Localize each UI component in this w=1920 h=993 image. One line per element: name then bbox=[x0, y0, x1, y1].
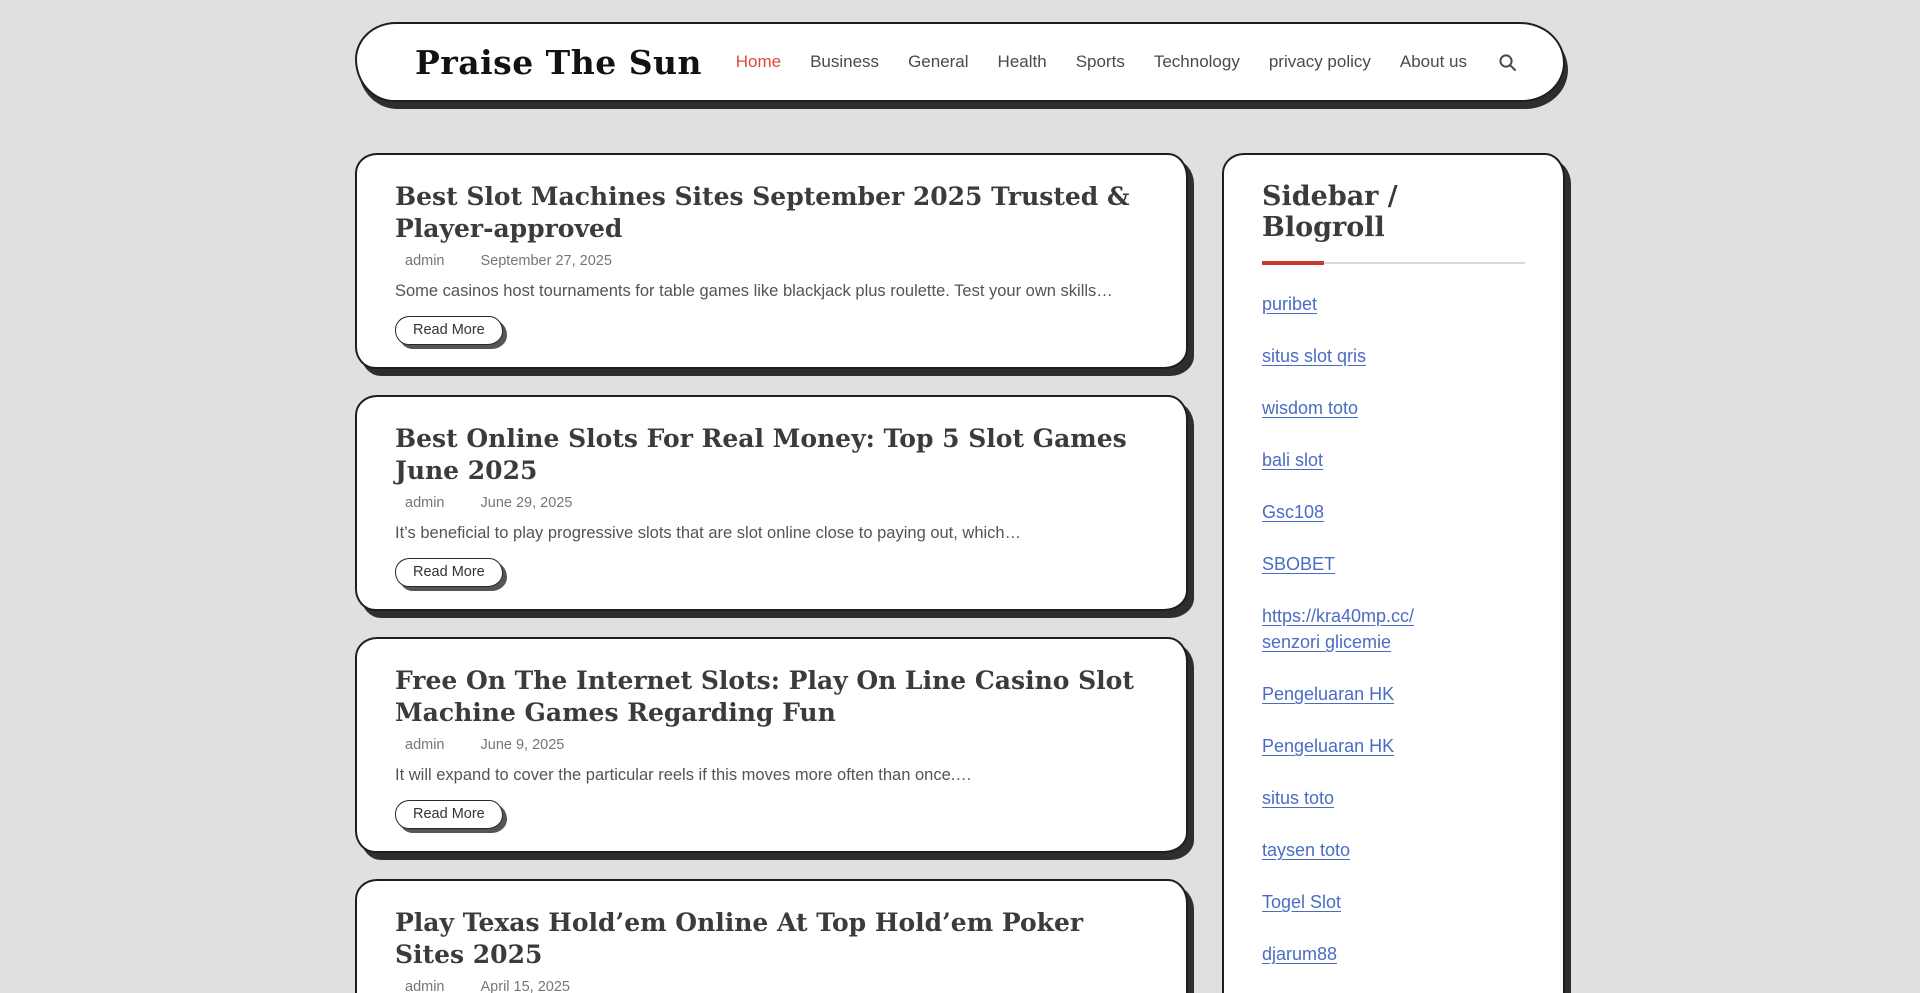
content-area: Best Slot Machines Sites September 2025 … bbox=[355, 153, 1565, 993]
post-meta: admin June 29, 2025 bbox=[395, 495, 1144, 511]
post-card: Best Slot Machines Sites September 2025 … bbox=[355, 153, 1188, 369]
nav-item-home[interactable]: Home bbox=[736, 52, 781, 72]
blogroll-link[interactable]: bali slot bbox=[1262, 447, 1323, 473]
blogroll-item: wisdom toto bbox=[1262, 395, 1525, 421]
post-excerpt: Some casinos host tournaments for table … bbox=[395, 281, 1144, 302]
site-header: Praise The Sun Home Business General Health… bbox=[355, 22, 1565, 102]
main-nav: Home Business General Health Sports Technolog… bbox=[736, 52, 1517, 72]
post-card: Free On The Internet Slots: Play On Line… bbox=[355, 637, 1188, 853]
blogroll-link[interactable]: situs slot qris bbox=[1262, 343, 1366, 369]
nav-item-about-us[interactable]: About us bbox=[1400, 52, 1467, 72]
blogroll-link[interactable]: djarum88 bbox=[1262, 941, 1337, 967]
post-date: June 29, 2025 bbox=[481, 495, 573, 511]
blogroll-link[interactable]: Togel Slot bbox=[1262, 889, 1341, 915]
blogroll-link[interactable]: senzori glicemie bbox=[1262, 629, 1391, 655]
blogroll-link[interactable]: Pengeluaran HK bbox=[1262, 681, 1394, 707]
blogroll-item: situs toto bbox=[1262, 785, 1525, 811]
post-title[interactable]: Best Online Slots For Real Money: Top 5 … bbox=[395, 423, 1144, 487]
blogroll-item: djarum88 bbox=[1262, 941, 1525, 967]
post-date: April 15, 2025 bbox=[481, 979, 570, 993]
sidebar-widget: Sidebar / Blogroll puribet situs slot qri… bbox=[1222, 153, 1565, 993]
blogroll-item: situs slot qris bbox=[1262, 343, 1525, 369]
blogroll-link[interactable]: Gsc108 bbox=[1262, 499, 1324, 525]
blogroll-link[interactable]: taysen toto bbox=[1262, 837, 1350, 863]
post-date: June 9, 2025 bbox=[481, 737, 565, 753]
blogroll-link[interactable]: puribet bbox=[1262, 291, 1317, 317]
search-icon[interactable] bbox=[1498, 53, 1517, 72]
blogroll-link[interactable]: wisdom toto bbox=[1262, 395, 1358, 421]
blogroll-link[interactable]: SBOBET bbox=[1262, 551, 1335, 577]
nav-item-health[interactable]: Health bbox=[998, 52, 1047, 72]
read-more-button[interactable]: Read More bbox=[395, 316, 503, 345]
post-author: admin bbox=[405, 737, 445, 753]
post-author: admin bbox=[405, 979, 445, 993]
nav-item-privacy-policy[interactable]: privacy policy bbox=[1269, 52, 1371, 72]
blogroll-item: Togel Slot bbox=[1262, 889, 1525, 915]
blogroll-item: SBOBET bbox=[1262, 551, 1525, 577]
blogroll-item: Gsc108 bbox=[1262, 499, 1525, 525]
posts-column: Best Slot Machines Sites September 2025 … bbox=[355, 153, 1188, 993]
post-meta: admin April 15, 2025 bbox=[395, 979, 1144, 993]
post-excerpt: It’s beneficial to play progressive slot… bbox=[395, 523, 1144, 544]
sidebar-divider bbox=[1262, 261, 1525, 265]
post-card: Play Texas Hold’em Online At Top Hold’em… bbox=[355, 879, 1188, 993]
read-more-button[interactable]: Read More bbox=[395, 558, 503, 587]
blogroll-list: puribet situs slot qris wisdom toto bali sl… bbox=[1262, 291, 1525, 993]
post-title[interactable]: Play Texas Hold’em Online At Top Hold’em… bbox=[395, 907, 1144, 971]
blogroll-link[interactable]: Pengeluaran HK bbox=[1262, 733, 1394, 759]
nav-item-sports[interactable]: Sports bbox=[1076, 52, 1125, 72]
blogroll-link[interactable]: https://kra40mp.cc/ bbox=[1262, 603, 1414, 629]
blogroll-item: bali slot bbox=[1262, 447, 1525, 473]
nav-item-technology[interactable]: Technology bbox=[1154, 52, 1240, 72]
post-meta: admin September 27, 2025 bbox=[395, 253, 1144, 269]
post-author: admin bbox=[405, 495, 445, 511]
post-card: Best Online Slots For Real Money: Top 5 … bbox=[355, 395, 1188, 611]
blogroll-item: puribet bbox=[1262, 291, 1525, 317]
blogroll-item: taysen toto bbox=[1262, 837, 1525, 863]
nav-item-general[interactable]: General bbox=[908, 52, 968, 72]
post-title[interactable]: Best Slot Machines Sites September 2025 … bbox=[395, 181, 1144, 245]
blogroll-item: Pengeluaran HK bbox=[1262, 733, 1525, 759]
read-more-button[interactable]: Read More bbox=[395, 800, 503, 829]
post-author: admin bbox=[405, 253, 445, 269]
sidebar: Sidebar / Blogroll puribet situs slot qri… bbox=[1222, 153, 1565, 993]
blogroll-item: https://kra40mp.cc/senzori glicemie bbox=[1262, 603, 1525, 655]
nav-item-business[interactable]: Business bbox=[810, 52, 879, 72]
post-excerpt: It will expand to cover the particular r… bbox=[395, 765, 1144, 786]
post-meta: admin June 9, 2025 bbox=[395, 737, 1144, 753]
post-date: September 27, 2025 bbox=[481, 253, 612, 269]
blogroll-item: Pengeluaran HK bbox=[1262, 681, 1525, 707]
post-title[interactable]: Free On The Internet Slots: Play On Line… bbox=[395, 665, 1144, 729]
site-title[interactable]: Praise The Sun bbox=[415, 43, 702, 82]
sidebar-title: Sidebar / Blogroll bbox=[1262, 181, 1525, 243]
blogroll-link[interactable]: situs toto bbox=[1262, 785, 1334, 811]
divider-accent bbox=[1262, 261, 1324, 265]
